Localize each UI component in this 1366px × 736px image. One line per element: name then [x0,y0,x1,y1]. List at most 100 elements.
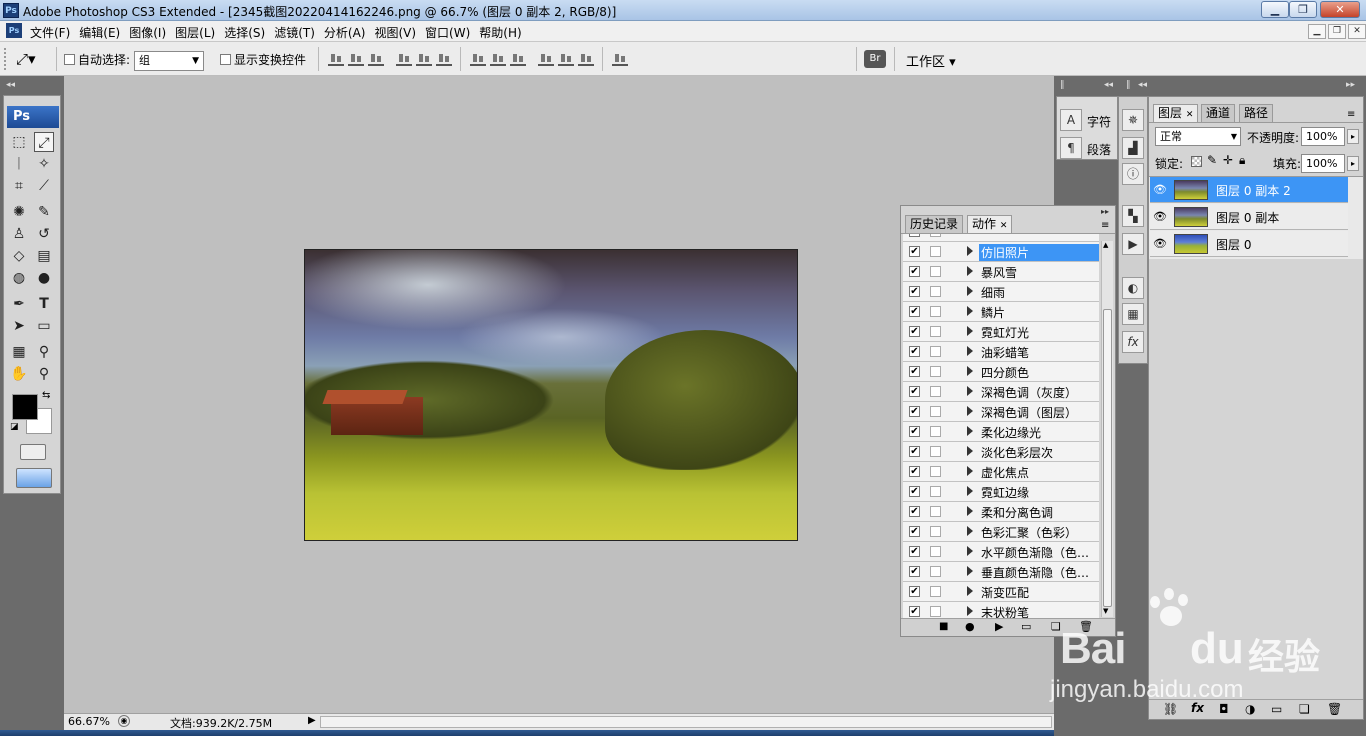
close-button[interactable]: ✕ [1320,1,1360,18]
dialog-toggle-checkbox[interactable] [930,586,941,597]
blend-mode-dropdown[interactable]: 正常 ▼ [1155,127,1241,146]
close-icon[interactable]: ✕ [1186,110,1194,120]
tab-actions[interactable]: 动作 ✕ [967,215,1013,233]
menu-help[interactable]: 帮助(H) [477,24,528,41]
action-toggle-checkbox[interactable]: ✔ [909,426,920,437]
lock-pixels-icon[interactable]: ✎ [1207,153,1217,167]
dialog-toggle-checkbox[interactable] [930,346,941,357]
menu-filter[interactable]: 滤镜(T) [272,24,322,41]
action-toggle-checkbox[interactable]: ✔ [909,466,920,477]
collapse-icon[interactable]: ◂◂ [6,80,15,90]
expand-triangle-icon[interactable] [967,586,973,596]
action-toggle-checkbox[interactable]: ✔ [909,446,920,457]
fill-slider-arrow-icon[interactable]: ▸ [1347,156,1359,171]
action-row[interactable]: ✔ 深褐色调（灰度） [903,382,1099,402]
shape-tool-icon[interactable]: ▭ [34,316,54,336]
visibility-eye-icon[interactable]: 👁︎ [1152,236,1168,252]
path-selection-tool-icon[interactable]: ➤ [9,316,29,336]
grip-handle[interactable] [4,48,12,70]
menu-analysis[interactable]: 分析(A) [322,24,373,41]
dialog-toggle-checkbox[interactable] [930,446,941,457]
horizontal-scrollbar[interactable] [320,716,1052,728]
opacity-slider-arrow-icon[interactable]: ▸ [1347,129,1359,144]
healing-brush-tool-icon[interactable]: ✺ [9,202,29,222]
pen-tool-icon[interactable]: ✒ [9,294,29,314]
eraser-tool-icon[interactable]: ◇ [9,246,29,266]
lasso-tool-icon[interactable]: ᛁ [9,154,29,174]
collapse-icon[interactable]: ◂◂ [1138,80,1147,90]
workspace-menu[interactable]: 工作区 ▾ [906,51,956,70]
dialog-toggle-checkbox[interactable] [930,526,941,537]
status-menu-arrow-icon[interactable]: ▶ [308,715,316,726]
align-right-icon[interactable] [436,52,452,66]
hand-tool-icon[interactable]: ✋ [9,364,29,384]
move-tool-preset-icon[interactable]: ⤢▾ [16,50,36,68]
align-top-icon[interactable] [328,52,344,66]
dialog-toggle-checkbox[interactable] [930,366,941,377]
menu-file[interactable]: 文件(F) [28,24,77,41]
doc-restore-button[interactable]: ❐ [1328,24,1346,39]
distribute-hcenter-icon[interactable] [558,52,574,66]
doc-close-button[interactable]: ✕ [1348,24,1366,39]
action-toggle-checkbox[interactable]: ✔ [909,586,920,597]
expand-triangle-icon[interactable] [967,246,973,256]
stop-icon[interactable]: ■ [939,621,948,632]
align-bottom-icon[interactable] [368,52,384,66]
expand-icon[interactable]: ▸▸ [1101,207,1109,216]
bridge-icon[interactable]: Br [864,50,886,68]
paragraph-icon[interactable]: ¶ [1060,137,1082,159]
expand-triangle-icon[interactable] [967,306,973,316]
expand-triangle-icon[interactable] [967,286,973,296]
action-toggle-checkbox[interactable]: ✔ [909,506,920,517]
action-toggle-checkbox[interactable]: ✔ [909,306,920,317]
character-icon[interactable]: A [1060,109,1082,131]
expand-triangle-icon[interactable] [967,386,973,396]
lock-all-icon[interactable]: 🔒︎ [1239,153,1245,168]
tab-channels[interactable]: 通道 [1201,104,1236,122]
minimize-button[interactable]: ▁ [1261,1,1289,18]
dialog-toggle-checkbox[interactable] [930,286,941,297]
action-row[interactable]: ✔ 暴风雪 [903,262,1099,282]
maximize-button[interactable]: ❐ [1289,1,1317,18]
status-info-icon[interactable]: ◉ [118,715,130,727]
menu-image[interactable]: 图像(I) [127,24,173,41]
dialog-toggle-checkbox[interactable] [930,406,941,417]
scroll-up-icon[interactable]: ▲ [1103,241,1108,249]
expand-triangle-icon[interactable] [967,546,973,556]
dodge-tool-icon[interactable]: ● [34,268,54,288]
panel-menu-icon[interactable]: ≡ [1101,220,1109,231]
action-toggle-checkbox[interactable]: ✔ [909,266,920,277]
expand-triangle-icon[interactable] [967,446,973,456]
marquee-tool-icon[interactable]: ⬚ [9,132,29,152]
action-toggle-checkbox[interactable]: ✔ [909,386,920,397]
opacity-input[interactable]: 100% [1301,127,1345,146]
eyedropper-tool-icon[interactable]: ⚲ [34,342,54,362]
menu-select[interactable]: 选择(S) [222,24,272,41]
actions-icon[interactable]: ▶ [1122,233,1144,255]
expand-triangle-icon[interactable] [967,346,973,356]
default-colors-icon[interactable]: ◪ [10,422,19,432]
action-row[interactable]: ✔ 深褐色调（图层） [903,402,1099,422]
quick-mask-icon[interactable] [20,444,46,460]
action-row[interactable]: ✔ [903,234,1099,242]
action-toggle-checkbox[interactable]: ✔ [909,326,920,337]
distribute-left-icon[interactable] [538,52,554,66]
action-toggle-checkbox[interactable]: ✔ [909,606,920,617]
foreground-color-swatch[interactable] [12,394,38,420]
expand-triangle-icon[interactable] [967,406,973,416]
expand-triangle-icon[interactable] [967,326,973,336]
history-icon[interactable]: ▚ [1122,205,1144,227]
dialog-toggle-checkbox[interactable] [930,326,941,337]
clone-stamp-tool-icon[interactable]: ♙ [9,224,29,244]
align-hcenter-icon[interactable] [416,52,432,66]
tab-history[interactable]: 历史记录 [905,215,964,233]
notes-tool-icon[interactable]: ▦ [9,342,29,362]
layer-row[interactable]: 👁︎ 图层 0 副本 [1150,204,1348,230]
expand-triangle-icon[interactable] [967,566,973,576]
tab-paths[interactable]: 路径 [1239,104,1274,122]
auto-select-dropdown[interactable]: 组 ▼ [134,51,204,71]
dialog-toggle-checkbox[interactable] [930,266,941,277]
navigator-icon[interactable]: ✵ [1122,109,1144,131]
action-row[interactable]: ✔ 油彩蜡笔 [903,342,1099,362]
dock-grip-icon[interactable]: ‖ [1126,80,1131,90]
